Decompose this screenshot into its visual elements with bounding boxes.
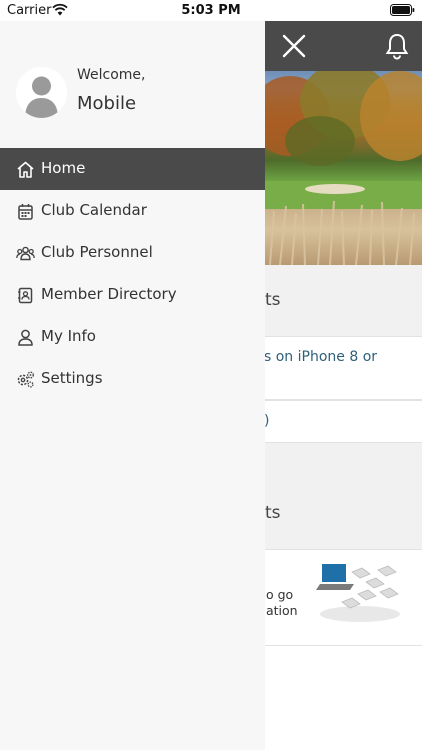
status-time: 5:03 PM <box>181 3 241 18</box>
menu-item-settings[interactable]: Settings <box>0 358 265 400</box>
menu-label-club-personnel: Club Personnel <box>41 243 153 261</box>
menu-item-member-directory[interactable]: Member Directory <box>0 274 265 316</box>
section-title-2: ts <box>265 503 281 523</box>
navigation-drawer: Welcome, Mobile Home Club Calendar Club … <box>0 21 265 750</box>
menu-label-settings: Settings <box>41 369 103 387</box>
drawer-menu: Home Club Calendar Club Personnel Member… <box>0 148 265 400</box>
news-text-line1: o go <box>266 587 294 602</box>
calendar-icon <box>18 204 33 220</box>
settings-icon <box>17 371 34 388</box>
menu-item-my-info[interactable]: My Info <box>0 316 265 358</box>
bell-icon[interactable] <box>383 32 411 60</box>
link-text-1[interactable]: s on iPhone 8 or <box>264 347 377 368</box>
menu-item-club-calendar[interactable]: Club Calendar <box>0 190 265 232</box>
close-icon[interactable] <box>280 32 308 60</box>
section-title-1: ts <box>265 290 281 310</box>
user-silhouette-icon <box>16 67 67 118</box>
menu-label-member-directory: Member Directory <box>41 285 177 303</box>
battery-icon <box>390 4 415 16</box>
user-name: Mobile <box>77 93 137 114</box>
person-icon <box>18 329 33 346</box>
home-icon <box>17 161 34 178</box>
news-thumbnail[interactable] <box>314 558 406 628</box>
menu-item-club-personnel[interactable]: Club Personnel <box>0 232 265 274</box>
menu-label-club-calendar: Club Calendar <box>41 201 147 219</box>
directory-icon <box>18 287 33 304</box>
avatar[interactable] <box>16 67 67 118</box>
status-bar: Carrier 5:03 PM <box>0 0 422 21</box>
menu-item-home[interactable]: Home <box>0 148 265 190</box>
news-text-line2: ation <box>266 603 298 618</box>
people-icon <box>16 246 35 261</box>
menu-label-my-info: My Info <box>41 327 96 345</box>
welcome-label: Welcome, <box>77 67 146 83</box>
menu-label-home: Home <box>41 159 86 177</box>
